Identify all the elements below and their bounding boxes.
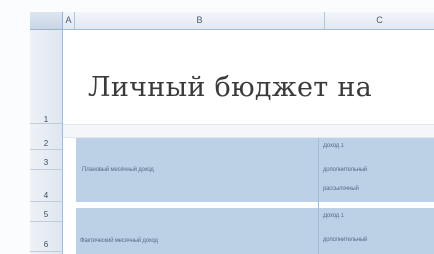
row-header-2[interactable]: 2 <box>30 138 62 150</box>
planned-income-label[interactable]: Плановый месячный доход <box>82 167 154 173</box>
column-header-a[interactable]: A <box>63 12 75 29</box>
column-header-c[interactable]: C <box>325 12 434 29</box>
row-header-bar: 1 2 3 4 5 6 <box>30 30 63 254</box>
spreadsheet: A B C 1 2 3 4 5 6 Личный бюджет на Плано… <box>0 0 434 254</box>
row-header-6[interactable]: 6 <box>30 238 62 252</box>
column-divider <box>318 138 319 254</box>
actual-income-row[interactable] <box>76 208 434 254</box>
select-all-corner[interactable] <box>30 12 63 30</box>
actual-income-note-1[interactable]: Доход 1 <box>323 213 344 219</box>
row-header-3[interactable]: 3 <box>30 156 62 170</box>
planned-income-note-2[interactable]: дополнительный <box>323 167 367 173</box>
row-header-4[interactable]: 4 <box>30 190 62 202</box>
column-header-bar: A B C <box>63 12 434 30</box>
spacer-row <box>63 124 434 138</box>
planned-income-note-3[interactable]: рассылочный <box>323 186 359 192</box>
sheet-title[interactable]: Личный бюджет на <box>88 72 372 103</box>
row-header-5[interactable]: 5 <box>30 208 62 222</box>
actual-income-note-2[interactable]: дополнительный <box>323 237 367 243</box>
row-header-1[interactable]: 1 <box>30 30 62 124</box>
actual-income-label[interactable]: Фактический месячный доход <box>80 238 158 244</box>
column-header-b[interactable]: B <box>75 12 325 29</box>
planned-income-note-1[interactable]: Доход 1 <box>323 143 344 149</box>
